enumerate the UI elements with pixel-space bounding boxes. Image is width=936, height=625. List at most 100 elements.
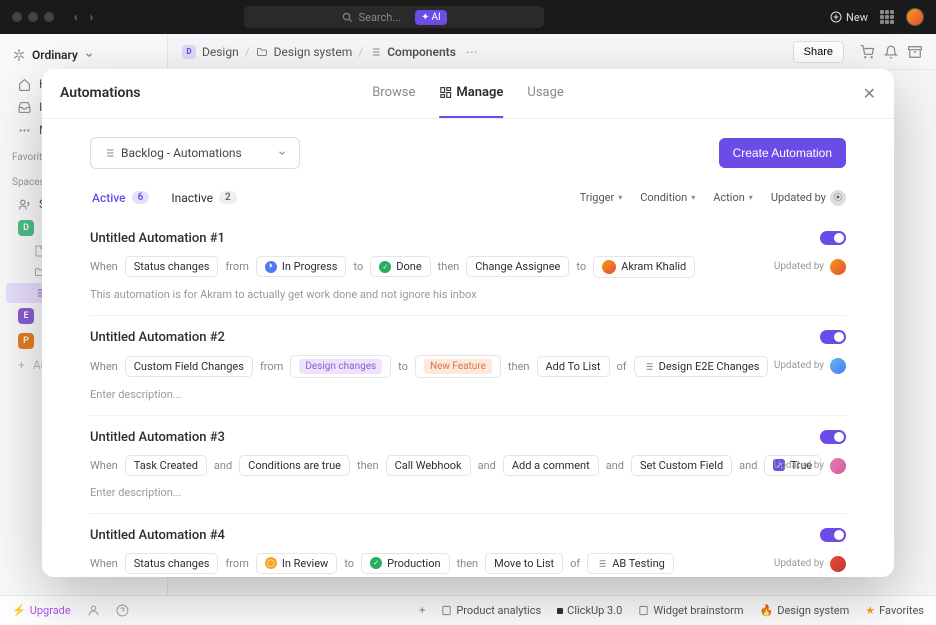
automation-title[interactable]: Untitled Automation #1	[90, 231, 225, 246]
trigger-chip[interactable]: Custom Field Changes	[125, 356, 253, 377]
new-button[interactable]: New	[830, 11, 868, 24]
status-plus[interactable]: +	[419, 604, 425, 617]
action-chip[interactable]: Set Custom Field	[631, 455, 732, 476]
home-icon	[18, 78, 31, 91]
filter-trigger[interactable]: Trigger▾	[580, 191, 623, 204]
filter-updated-by[interactable]: Updated by⦿	[771, 190, 846, 206]
close-button[interactable]: ✕	[863, 84, 876, 103]
status-product-analytics[interactable]: Product analytics	[441, 604, 541, 617]
breadcrumb-design-system[interactable]: Design system	[274, 45, 353, 59]
share-button[interactable]: Share	[793, 41, 844, 63]
to-field-chip[interactable]: New Feature	[415, 355, 501, 378]
doc-icon	[638, 605, 649, 616]
archive-icon[interactable]	[908, 45, 922, 59]
automation-toggle[interactable]	[820, 528, 846, 542]
star-icon: ★	[865, 604, 875, 617]
updater-avatar[interactable]	[830, 259, 846, 275]
trigger-chip[interactable]: Task Created	[125, 455, 207, 476]
filter-condition[interactable]: Condition▾	[640, 191, 695, 204]
filter-action[interactable]: Action▾	[713, 191, 753, 204]
automation-toggle[interactable]	[820, 231, 846, 245]
list-icon	[369, 46, 381, 58]
breadcrumb-more-icon[interactable]: ⋯	[466, 45, 478, 59]
automation-description[interactable]: This automation is for Akram to actually…	[90, 288, 846, 301]
automation-title[interactable]: Untitled Automation #4	[90, 528, 225, 543]
automation-toggle[interactable]	[820, 430, 846, 444]
window-titlebar: ‹ › Search... ✦ AI New	[0, 0, 936, 34]
automation-meta: Updated by	[774, 556, 846, 572]
automation-toggle[interactable]	[820, 330, 846, 344]
subtab-inactive[interactable]: Inactive2	[169, 187, 238, 209]
updater-avatar[interactable]	[830, 458, 846, 474]
automation-title[interactable]: Untitled Automation #3	[90, 430, 225, 445]
search-placeholder: Search...	[359, 11, 402, 24]
folder-icon	[256, 46, 268, 58]
action-chip[interactable]: Add a comment	[503, 455, 599, 476]
assignee-chip[interactable]: Akram Khalid	[593, 256, 695, 278]
workspace-switcher[interactable]: Ordinary	[0, 42, 167, 72]
ai-badge[interactable]: ✦ AI	[415, 10, 447, 25]
tab-browse[interactable]: Browse	[372, 69, 415, 119]
status-bar: ⚡Upgrade + Product analytics ClickUp 3.0…	[0, 595, 936, 625]
list-icon	[596, 558, 607, 569]
plus-circle-icon	[830, 11, 842, 23]
from-status-chip[interactable]: ◯In Review	[256, 553, 337, 574]
bolt-icon: ⚡	[12, 604, 26, 617]
status-design-system[interactable]: 🔥Design system	[760, 604, 850, 617]
back-button[interactable]: ‹	[70, 8, 82, 26]
automations-modal: Automations Browse Manage Usage ✕ Backlo…	[42, 69, 894, 577]
users-icon	[18, 198, 31, 211]
to-status-chip[interactable]: ✓Production	[361, 553, 449, 574]
updater-avatar[interactable]	[830, 556, 846, 572]
status-dot-icon: ✓	[370, 557, 382, 569]
trigger-chip[interactable]: Status changes	[125, 553, 219, 574]
list-chip[interactable]: Design E2E Changes	[634, 356, 769, 377]
action-chip[interactable]: Call Webhook	[386, 455, 471, 476]
action-chip[interactable]: Add To List	[537, 356, 610, 377]
condition-chip[interactable]: Conditions are true	[239, 455, 350, 476]
automation-meta: Updated by	[774, 259, 846, 275]
breadcrumb-space-badge: D	[182, 45, 196, 59]
action-chip[interactable]: Move to List	[485, 553, 563, 574]
tab-manage[interactable]: Manage	[439, 69, 503, 119]
to-status-chip[interactable]: ✓Done	[370, 256, 430, 277]
automation-row: Untitled Automation #3 When Task Created…	[90, 416, 846, 514]
apps-icon[interactable]	[880, 10, 894, 24]
list-chip[interactable]: AB Testing	[587, 553, 674, 574]
status-dot-icon: ⏵	[265, 261, 277, 273]
updater-avatar[interactable]	[830, 358, 846, 374]
nav-arrows: ‹ ›	[70, 8, 97, 26]
forward-button[interactable]: ›	[86, 8, 98, 26]
subtab-active[interactable]: Active6	[90, 187, 151, 209]
create-automation-button[interactable]: Create Automation	[719, 138, 846, 168]
breadcrumb-design[interactable]: Design	[202, 45, 239, 59]
list-selector[interactable]: Backlog - Automations	[90, 137, 300, 169]
chevron-down-icon	[277, 148, 287, 158]
automation-title[interactable]: Untitled Automation #2	[90, 330, 225, 345]
status-favorites[interactable]: ★Favorites	[865, 604, 924, 617]
action-chip[interactable]: Change Assignee	[466, 256, 569, 277]
list-selector-label: Backlog - Automations	[121, 146, 242, 160]
breadcrumb-components[interactable]: Components	[387, 45, 456, 59]
doc-icon	[441, 605, 452, 616]
bell-icon[interactable]	[884, 45, 898, 59]
automation-row: Untitled Automation #1 When Status chang…	[90, 217, 846, 316]
status-widget[interactable]: Widget brainstorm	[638, 604, 743, 617]
tab-usage[interactable]: Usage	[527, 69, 563, 119]
user-icon[interactable]	[87, 604, 100, 617]
search-icon	[342, 12, 353, 23]
trigger-chip[interactable]: Status changes	[125, 256, 219, 277]
global-search[interactable]: Search... ✦ AI	[244, 6, 544, 28]
from-field-chip[interactable]: Design changes	[290, 355, 391, 378]
help-icon[interactable]	[116, 604, 129, 617]
user-avatar[interactable]	[906, 8, 924, 26]
automation-description[interactable]: Enter description...	[90, 388, 846, 401]
cart-icon[interactable]	[860, 45, 874, 59]
fire-icon: 🔥	[760, 604, 774, 617]
upgrade-button[interactable]: ⚡Upgrade	[12, 604, 71, 617]
from-status-chip[interactable]: ⏵In Progress	[256, 256, 347, 277]
automation-description[interactable]: Enter description...	[90, 486, 846, 499]
space-badge-d: D	[18, 220, 34, 236]
automation-row: Untitled Automation #2 When Custom Field…	[90, 316, 846, 416]
status-clickup[interactable]: ClickUp 3.0	[557, 604, 622, 617]
